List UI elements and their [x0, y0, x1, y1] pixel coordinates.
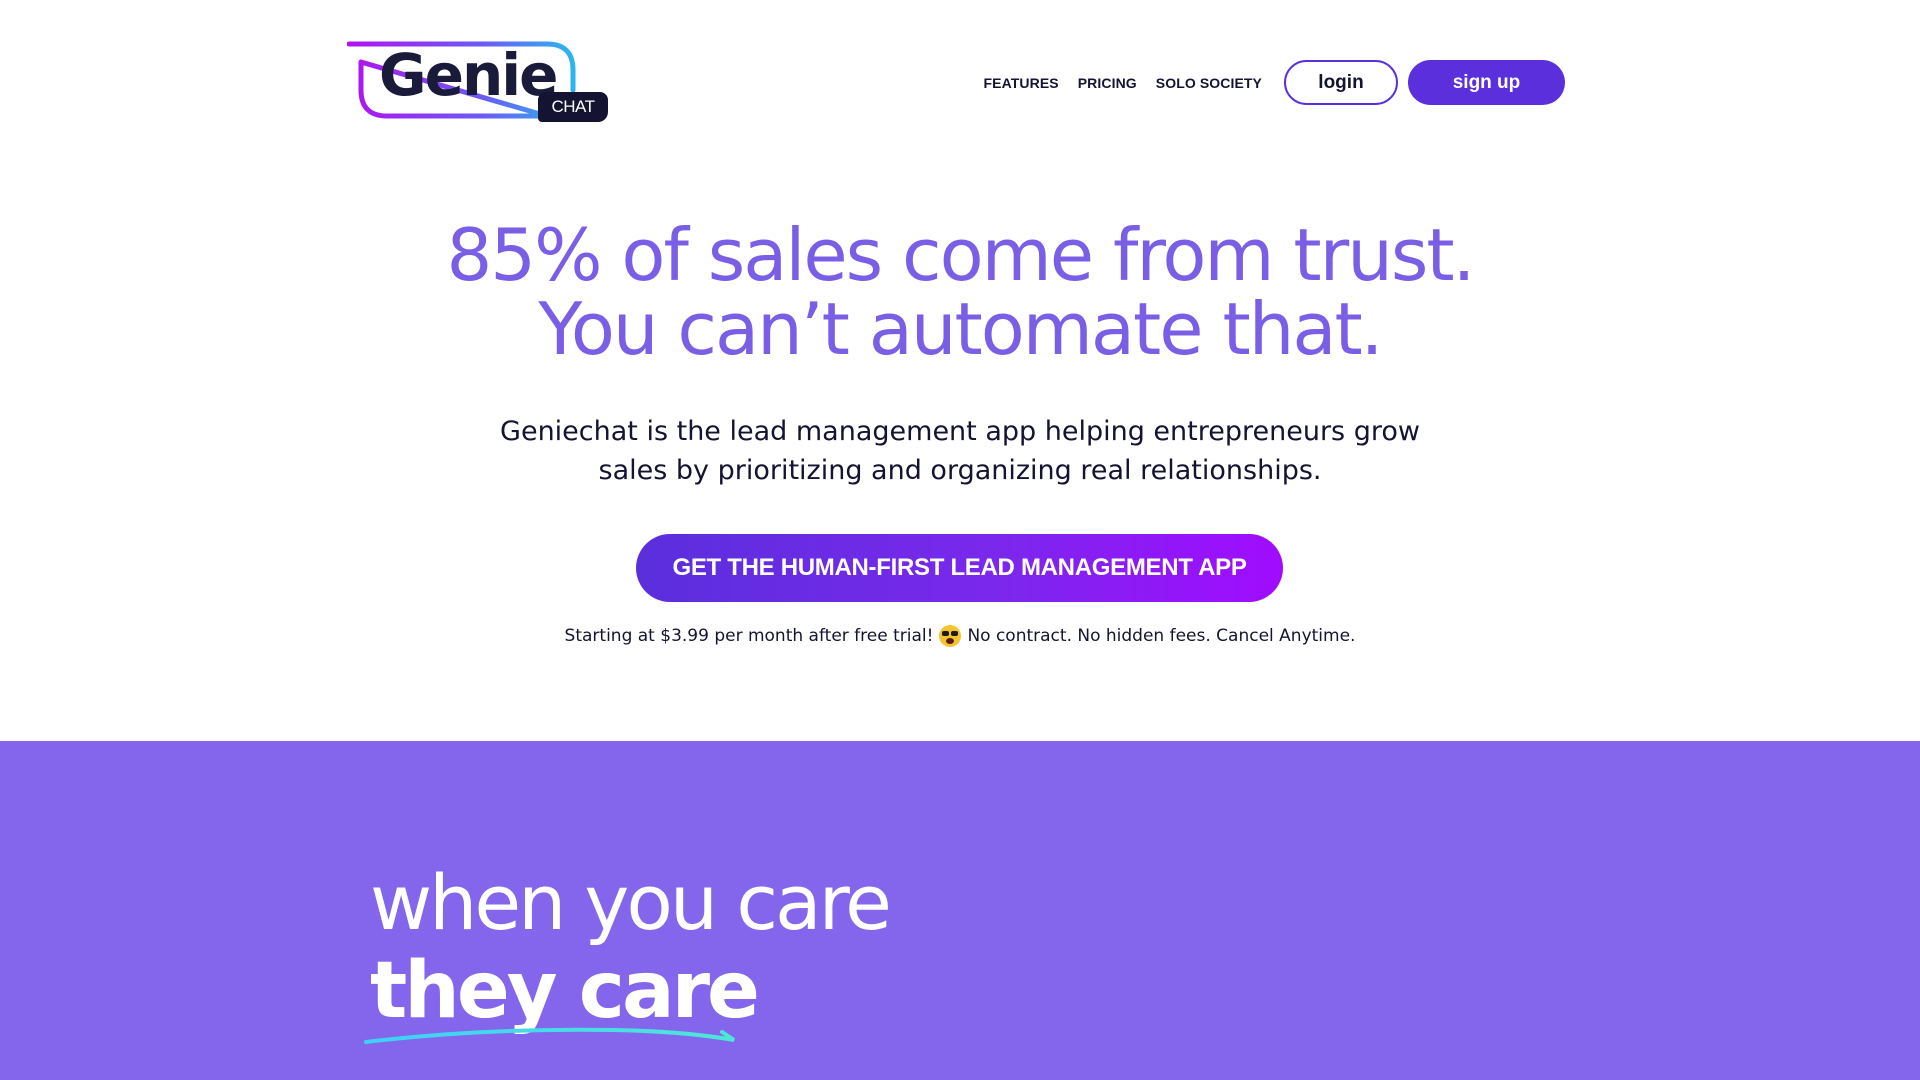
cta-button[interactable]: GET THE HUMAN-FIRST LEAD MANAGEMENT APP: [636, 534, 1283, 602]
hero-title: 85% of sales come from trust. You can’t …: [0, 218, 1920, 366]
login-button[interactable]: login: [1284, 60, 1398, 105]
logo-wordmark: Genie: [379, 41, 558, 109]
hero-title-line1: 85% of sales come from trust.: [446, 213, 1475, 297]
nav-link-solo-society[interactable]: SOLO SOCIETY: [1156, 75, 1262, 91]
fine-print-end: No contract. No hidden fees. Cancel Anyt…: [967, 626, 1356, 646]
shocked-face-icon: [939, 625, 962, 647]
hero-subtitle-line2: sales by prioritizing and organizing rea…: [598, 455, 1322, 486]
signup-button[interactable]: sign up: [1408, 60, 1565, 105]
hero-subtitle-line1: Geniechat is the lead management app hel…: [500, 416, 1420, 447]
section-heading-line1: when you care: [370, 858, 892, 947]
geniechat-logo[interactable]: Genie CHAT: [347, 40, 608, 126]
site-header: Genie CHAT FEATURES PRICING SOLO SOCIETY…: [0, 0, 1920, 150]
nav-link-pricing[interactable]: PRICING: [1078, 75, 1137, 91]
logo-chat-tag: CHAT: [538, 92, 608, 122]
care-section: [0, 741, 1920, 1080]
fine-print-start: Starting at $3.99 per month after free t…: [564, 626, 934, 646]
nav-link-features[interactable]: FEATURES: [984, 75, 1059, 91]
hero-title-line2: You can’t automate that.: [538, 287, 1383, 371]
hero-subtitle: Geniechat is the lead management app hel…: [0, 412, 1920, 490]
main-nav: FEATURES PRICING SOLO SOCIETY login sign…: [984, 60, 1565, 105]
underline-swoosh-icon: [364, 1027, 736, 1044]
pricing-fine-print: Starting at $3.99 per month after free t…: [0, 625, 1920, 647]
